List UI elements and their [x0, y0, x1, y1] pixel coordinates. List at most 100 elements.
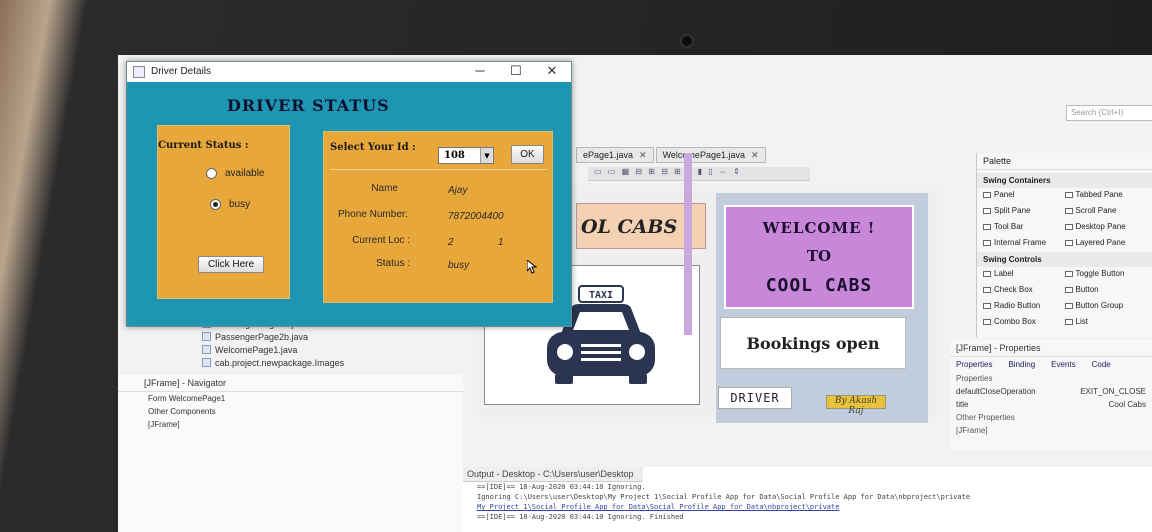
- radio-button-icon: [983, 302, 991, 309]
- close-icon[interactable]: ✕: [751, 150, 759, 160]
- welcome-label: WELCOME !: [762, 219, 876, 237]
- driver-info-panel: Select Your Id : 108 ▼ OK Name Ajay Phon…: [323, 131, 553, 303]
- chevron-down-icon[interactable]: ▼: [480, 148, 493, 163]
- output-link[interactable]: My Project 1\Social Profile App for Data…: [463, 502, 1152, 512]
- palette-item[interactable]: Desktop Pane: [1064, 222, 1147, 231]
- tree-item-label: cab.project.newpackage.Images: [215, 357, 345, 368]
- property-key: title: [956, 400, 969, 409]
- properties-title: [JFrame] - Properties: [950, 340, 1152, 357]
- current-status-label: Current Status :: [158, 140, 249, 151]
- palette-title: Palette: [977, 153, 1152, 170]
- radio-busy-label: busy: [229, 199, 251, 210]
- phone-label: Phone Number:: [337, 209, 408, 220]
- check-box-icon: [983, 286, 991, 293]
- tree-item-label: PassengerPage2b.java: [215, 331, 309, 342]
- to-label: TO: [806, 247, 832, 265]
- split-pane-icon: [983, 207, 991, 214]
- list-icon: [1064, 318, 1073, 325]
- navigator-item[interactable]: Form WelcomePage1: [118, 392, 463, 405]
- driver-status-heading: DRIVER STATUS: [227, 96, 390, 115]
- tab-properties[interactable]: Properties: [956, 360, 992, 369]
- palette-item[interactable]: Tabbed Pane: [1064, 190, 1147, 199]
- property-row[interactable]: title Cool Cabs: [950, 398, 1152, 411]
- other-properties[interactable]: Other Properties: [950, 411, 1152, 424]
- current-loc-value-y: 1: [498, 237, 504, 248]
- tree-item[interactable]: cab.project.newpackage.Images: [178, 356, 478, 369]
- tree-item[interactable]: PassengerPage2b.java: [178, 330, 478, 343]
- close-icon[interactable]: ✕: [539, 63, 565, 79]
- maximize-icon[interactable]: ☐: [503, 63, 529, 79]
- window-title: Driver Details: [151, 66, 212, 77]
- taxi-sign-text: TAXI: [589, 290, 613, 301]
- navigator-title: [JFrame] - Navigator: [118, 375, 463, 392]
- tab-welcomepage1[interactable]: WelcomePage1.java ✕: [655, 147, 766, 163]
- package-icon: [202, 358, 211, 367]
- navigator-item[interactable]: Other Components: [118, 405, 463, 418]
- palette-item[interactable]: Check Box: [983, 285, 1065, 294]
- palette-item[interactable]: Scroll Pane: [1064, 206, 1147, 215]
- output-title[interactable]: Output - Desktop - C:\Users\user\Desktop: [463, 467, 643, 482]
- button-icon: [1064, 286, 1073, 293]
- palette-item[interactable]: Panel: [983, 190, 1065, 199]
- ok-button[interactable]: OK: [511, 145, 544, 164]
- tool-bar-icon: [983, 223, 991, 230]
- status-value: busy: [448, 260, 470, 271]
- palette-item[interactable]: Radio Button: [983, 301, 1065, 310]
- editor-tabs: ePage1.java ✕ WelcomePage1.java ✕: [576, 147, 766, 163]
- palette-item[interactable]: Toggle Button: [1064, 269, 1147, 278]
- status-panel: Current Status : available busy Click He…: [157, 125, 290, 299]
- welcome-box: WELCOME ! TO COOL CABS: [724, 205, 914, 309]
- tab-epage1[interactable]: ePage1.java ✕: [576, 147, 654, 163]
- window-titlebar[interactable]: Driver Details ─ ☐ ✕: [127, 62, 571, 82]
- status-label: Status :: [376, 258, 410, 269]
- palette-item-label: Desktop Pane: [1075, 222, 1126, 231]
- driver-id-select[interactable]: 108 ▼: [438, 147, 494, 164]
- tab-events[interactable]: Events: [1051, 360, 1075, 369]
- radio-available[interactable]: available: [206, 168, 264, 179]
- click-here-button[interactable]: Click Here: [198, 256, 264, 273]
- java-app-icon: [133, 66, 145, 78]
- driver-button[interactable]: DRIVER: [718, 387, 792, 409]
- radio-busy[interactable]: busy: [210, 199, 250, 210]
- ide-search-input[interactable]: Search (Ctrl+I): [1066, 105, 1152, 121]
- palette-panel: Palette Swing Containers Panel Tabbed Pa…: [976, 153, 1152, 337]
- property-value[interactable]: EXIT_ON_CLOSE: [1080, 387, 1146, 396]
- palette-item[interactable]: Button Group: [1064, 301, 1147, 310]
- palette-item[interactable]: List: [1064, 317, 1147, 326]
- scroll-pane-icon: [1064, 207, 1073, 214]
- tab-code[interactable]: Code: [1092, 360, 1111, 369]
- palette-item[interactable]: Combo Box: [983, 317, 1065, 326]
- property-row[interactable]: defaultCloseOperation EXIT_ON_CLOSE: [950, 385, 1152, 398]
- palette-item-label: Scroll Pane: [1075, 206, 1117, 215]
- palette-item[interactable]: Button: [1064, 285, 1147, 294]
- layered-pane-icon: [1064, 239, 1073, 246]
- palette-item[interactable]: Layered Pane: [1064, 238, 1147, 247]
- panel-icon: [983, 191, 991, 198]
- java-file-icon: [202, 345, 211, 354]
- minimize-icon[interactable]: ─: [467, 63, 493, 78]
- tree-item[interactable]: WelcomePage1.java: [178, 343, 478, 356]
- palette-item[interactable]: Label: [983, 269, 1065, 278]
- palette-category-controls[interactable]: Swing Controls: [977, 252, 1152, 267]
- close-icon[interactable]: ✕: [639, 150, 647, 160]
- current-loc-value-x: 2: [448, 237, 454, 248]
- palette-item[interactable]: Internal Frame: [983, 238, 1065, 247]
- radio-available-label: available: [225, 168, 265, 179]
- tab-binding[interactable]: Binding: [1008, 360, 1035, 369]
- welcome-panel: WELCOME ! TO COOL CABS Bookings open DRI…: [716, 193, 928, 423]
- combo-box-icon: [983, 318, 991, 325]
- navigator-item[interactable]: [JFrame]: [118, 418, 463, 431]
- palette-item-label: Combo Box: [994, 317, 1036, 326]
- properties-section: Properties: [956, 374, 993, 383]
- internal-frame-icon: [983, 239, 991, 246]
- design-scrollbar[interactable]: [684, 153, 692, 335]
- desktop-pane-icon: [1064, 223, 1073, 230]
- palette-item[interactable]: Tool Bar: [983, 222, 1065, 231]
- palette-item-label: Split Pane: [994, 206, 1031, 215]
- toggle-button-icon: [1064, 270, 1073, 277]
- palette-item[interactable]: Split Pane: [983, 206, 1065, 215]
- palette-category-containers[interactable]: Swing Containers: [977, 173, 1152, 188]
- property-value[interactable]: Cool Cabs: [1109, 400, 1146, 409]
- palette-item-label: Button: [1075, 285, 1099, 294]
- palette-item-label: Tool Bar: [994, 222, 1024, 231]
